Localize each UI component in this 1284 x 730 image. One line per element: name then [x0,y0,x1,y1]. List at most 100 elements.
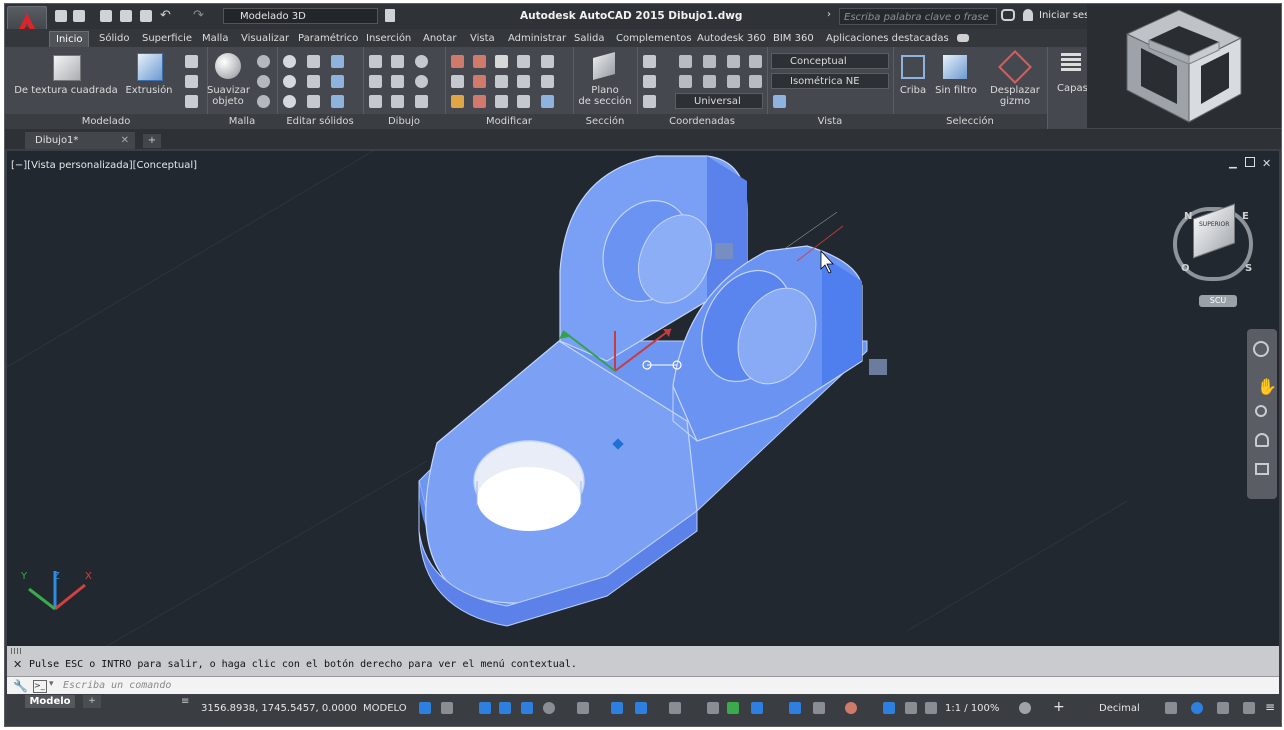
dynamic-input-icon[interactable] [499,702,511,714]
union-icon[interactable] [283,55,296,68]
open-icon[interactable] [73,10,85,22]
gizmo-button-a[interactable]: Desplazar [987,85,1043,96]
close-command-icon[interactable]: ✕ [13,658,22,671]
grip-marker[interactable] [715,243,733,259]
panel-label-modelado[interactable]: Modelado [5,114,207,129]
ucs-x-icon[interactable] [679,55,692,68]
plano-seccion-button-b[interactable]: de sección [575,96,635,107]
tab-superficie[interactable]: Superficie [136,31,198,47]
tab-vista[interactable]: Vista [464,31,501,47]
ortho-icon[interactable] [521,702,533,714]
tab-dibujo1[interactable]: Dibujo1* ✕ [25,132,135,149]
stretch-icon[interactable] [451,75,464,88]
ucs-origin-icon[interactable] [643,95,656,108]
pan-hand-icon[interactable]: ✋ [1257,377,1277,396]
scale-icon[interactable] [517,75,530,88]
undo-icon[interactable]: ↶ [160,8,171,23]
panel-label-seccion[interactable]: Sección [573,114,637,129]
layers-icon[interactable] [1061,53,1081,71]
criba-button[interactable]: Criba [893,85,933,96]
circle-icon[interactable] [415,55,428,68]
isodraft-icon[interactable] [577,702,589,714]
tab-malla[interactable]: Malla [196,31,234,47]
ucs-3point-icon[interactable] [727,75,740,88]
capas-button[interactable]: Capas [1057,83,1088,94]
3d-osnap-icon[interactable] [751,702,763,714]
array-icon[interactable] [541,95,554,108]
clean-screen-icon[interactable] [1243,702,1255,714]
drawing-viewport[interactable]: [−][Vista personalizada][Conceptual] ▁ ✕ [7,151,1279,646]
tab-inicio[interactable]: Inicio [49,31,90,48]
compass-n[interactable]: N [1184,211,1192,222]
plano-seccion-button-a[interactable]: Plano [575,85,635,96]
grip-icon[interactable] [11,648,23,654]
filter-icon[interactable] [943,55,967,79]
compass-o[interactable]: O [1181,263,1190,274]
tab-modelo[interactable]: Modelo [25,695,75,708]
showmotion-icon[interactable] [1255,463,1269,475]
selection-filter-icon[interactable] [813,702,825,714]
infer-constraints-icon[interactable] [479,702,491,714]
panel-label-modificar[interactable]: Modificar [445,114,573,129]
compass-e[interactable]: E [1242,211,1249,222]
polygon-icon[interactable] [369,95,382,108]
suavizar-button-a[interactable]: Suavizar [207,85,250,96]
new-tab-button[interactable]: + [143,134,161,148]
gizmo-button-b[interactable]: gizmo [987,96,1043,107]
interfere-icon[interactable] [307,75,320,88]
transparency-icon[interactable] [707,702,719,714]
save-as-icon[interactable] [120,10,132,22]
tab-autodesk-360[interactable]: Autodesk 360 [691,31,772,47]
rectangle-icon[interactable] [391,95,404,108]
ribbon-toggle-icon[interactable] [957,34,969,42]
move-icon[interactable] [451,55,464,68]
offset-icon[interactable] [451,95,464,108]
ucs-z-icon[interactable] [727,55,740,68]
close-tab-icon[interactable]: ✕ [121,132,129,149]
customize-wrench-icon[interactable]: 🔧 [13,679,28,693]
panel-label-dibujo[interactable]: Dibujo [363,114,445,129]
ucs-world-icon[interactable] [643,75,656,88]
tab-administrar[interactable]: Administrar [502,31,572,47]
extrusion-button[interactable]: Extrusión [123,85,175,96]
annotation-monitor-icon[interactable]: + [1053,699,1065,715]
command-prompt-icon[interactable]: >_ [33,680,47,693]
culling-icon[interactable] [901,55,925,79]
zoom-icon[interactable] [1255,405,1267,417]
customize-status-icon[interactable]: ≡ [1265,700,1275,714]
tab-visualizar[interactable]: Visualizar [235,31,295,47]
isolate-objects-icon[interactable] [1191,702,1203,714]
solid-edit-icon[interactable] [331,55,344,68]
ellipse-icon[interactable] [415,75,428,88]
hatch-icon[interactable] [415,95,428,108]
hardware-acceleration-icon[interactable] [1217,702,1229,714]
lineweight-icon[interactable] [669,702,681,714]
gizmo-toggle-icon[interactable] [845,702,857,714]
viewport-config-icon[interactable] [773,95,786,108]
layout-menu-icon[interactable]: ≡ [181,696,189,707]
explode-icon[interactable] [495,95,508,108]
arc-icon[interactable] [391,75,404,88]
tab-parametrico[interactable]: Paramétrico [292,31,364,47]
box-icon[interactable] [53,55,81,81]
extract-edges-icon[interactable] [331,75,344,88]
extrusion-icon[interactable] [137,53,163,81]
command-input[interactable]: Escriba un comando [63,680,171,691]
view-dropdown[interactable]: Isométrica NE [771,73,889,89]
smooth-sphere-icon[interactable] [215,53,241,79]
print-icon[interactable] [140,10,152,22]
annotation-visibility-icon[interactable] [883,702,895,714]
fillet-edge-icon[interactable] [331,95,344,108]
suavizar-button-b[interactable]: objeto [207,96,249,107]
3d-mirror-icon[interactable] [473,75,486,88]
spline-icon[interactable] [369,75,382,88]
align-icon[interactable] [517,95,530,108]
annotation-scale-readout[interactable]: 1:1 / 100% [945,703,999,714]
panel-label-malla[interactable]: Malla [207,114,277,129]
panel-label-editar[interactable]: Editar sólidos [277,114,363,129]
search-arrow-icon[interactable]: › [827,9,831,20]
ucs-object-icon[interactable] [679,75,692,88]
qat-customize-icon[interactable] [385,9,395,22]
scu-dropdown[interactable]: SCU [1199,295,1237,307]
signin-link[interactable]: Iniciar sesi [1039,10,1092,21]
